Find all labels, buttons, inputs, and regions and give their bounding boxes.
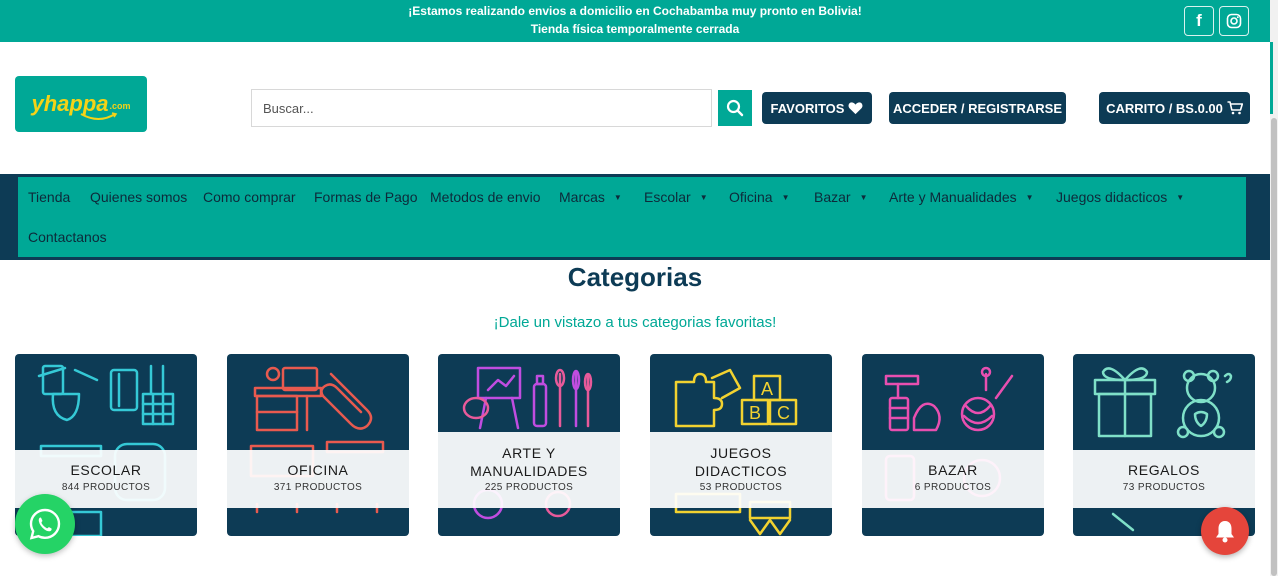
category-count: 844 PRODUCTOS	[61, 482, 151, 493]
login-register-label: ACCEDER / REGISTRARSE	[892, 100, 1063, 116]
category-card-oficina[interactable]: OFICINA 371 PRODUCTOS	[227, 354, 409, 536]
logo-suffix: .com	[109, 101, 131, 111]
section-subtitle: ¡Dale un vistazo a tus categorias favori…	[493, 314, 777, 331]
category-name-line1: JUEGOS	[710, 445, 772, 461]
whatsapp-button[interactable]	[15, 494, 75, 554]
logo-smile-icon	[80, 112, 118, 120]
sewing-supplies-icon	[884, 366, 1014, 502]
search-input[interactable]	[251, 89, 712, 127]
search-icon	[726, 99, 744, 117]
facebook-icon: f	[1196, 11, 1202, 30]
svg-text:B: B	[749, 403, 761, 423]
page-scrollbar[interactable]	[1270, 0, 1278, 576]
facebook-link[interactable]: f	[1184, 6, 1214, 36]
category-card-juegos-didacticos[interactable]: A B C JUEGOS DIDACTICOS 53 PRODUCTOS	[650, 354, 832, 536]
login-register-button[interactable]: ACCEDER / REGISTRARSE	[889, 92, 1066, 124]
category-count: 53 PRODUCTOS	[699, 482, 783, 493]
bell-icon	[1216, 521, 1234, 543]
category-label-band	[227, 450, 409, 508]
chevron-down-icon: ▼	[1025, 192, 1034, 202]
category-count: 371 PRODUCTOS	[273, 482, 363, 493]
nav-item-oficina[interactable]: Oficina ▼	[729, 189, 790, 205]
nav-item-tienda[interactable]: Tienda	[28, 189, 70, 205]
nav-item-como-comprar[interactable]: Como comprar	[203, 189, 296, 205]
scrollbar-accent	[1270, 42, 1273, 114]
category-card-bazar[interactable]: BAZAR 6 PRODUCTOS	[862, 354, 1044, 536]
category-name: REGALOS	[1128, 462, 1200, 478]
svg-text:A: A	[761, 379, 773, 399]
chevron-down-icon: ▼	[781, 192, 790, 202]
category-name: BAZAR	[928, 462, 978, 478]
scrollbar-thumb[interactable]	[1271, 118, 1277, 576]
section-title: Categorias	[567, 262, 703, 292]
category-card-arte-manualidades[interactable]: ARTE Y MANUALIDADES 225 PRODUCTOS	[438, 354, 620, 536]
category-count: 73 PRODUCTOS	[1122, 482, 1206, 493]
svg-text:C: C	[777, 403, 790, 423]
announcement-line-2: Tienda física temporalmente cerrada	[530, 22, 740, 36]
notification-bell-button[interactable]	[1201, 507, 1249, 555]
chevron-down-icon: ▼	[613, 192, 622, 202]
chevron-down-icon: ▼	[859, 192, 868, 202]
nav-item-quienes-somos[interactable]: Quienes somos	[90, 189, 187, 205]
search-button[interactable]	[718, 90, 752, 126]
category-count: 225 PRODUCTOS	[484, 482, 574, 493]
announcement-line-1: ¡Estamos realizando envios a domicilio e…	[408, 4, 862, 18]
nav-item-marcas[interactable]: Marcas ▼	[559, 189, 622, 205]
category-label-band	[862, 450, 1044, 508]
chevron-down-icon: ▼	[699, 192, 708, 202]
cart-icon	[1227, 101, 1243, 115]
category-count: 6 PRODUCTOS	[914, 482, 992, 493]
announcement-bar: ¡Estamos realizando envios a domicilio e…	[0, 0, 1270, 42]
category-name-line2: DIDACTICOS	[694, 463, 788, 479]
main-nav: Tienda Quienes somos Como comprar Formas…	[18, 177, 1246, 257]
category-name-line2: MANUALIDADES	[470, 463, 588, 479]
whatsapp-icon	[29, 508, 61, 540]
heart-icon	[848, 102, 863, 115]
nav-item-arte-manualidades[interactable]: Arte y Manualidades ▼	[889, 189, 1034, 205]
site-logo[interactable]: yhappa .com	[15, 76, 147, 132]
category-name: ESCOLAR	[70, 462, 142, 478]
category-label-band	[1073, 450, 1255, 508]
cart-button[interactable]: CARRITO / BS.0.00	[1099, 92, 1250, 124]
nav-item-escolar[interactable]: Escolar ▼	[644, 189, 708, 205]
nav-item-juegos-didacticos[interactable]: Juegos didacticos ▼	[1056, 189, 1184, 205]
office-desk-icon	[249, 366, 385, 514]
nav-item-bazar[interactable]: Bazar ▼	[814, 189, 868, 205]
chevron-down-icon: ▼	[1176, 192, 1185, 202]
favorites-button[interactable]: FAVORITOS	[762, 92, 872, 124]
nav-item-metodos-de-envio[interactable]: Metodos de envio	[430, 189, 541, 205]
category-name: OFICINA	[287, 462, 349, 478]
instagram-icon	[1226, 13, 1242, 29]
category-name-line1: ARTE Y	[502, 445, 556, 461]
favorites-label: FAVORITOS	[770, 100, 845, 116]
instagram-link[interactable]	[1219, 6, 1249, 36]
nav-item-formas-de-pago[interactable]: Formas de Pago	[314, 189, 418, 205]
nav-item-contactanos[interactable]: Contactanos	[28, 229, 107, 245]
cart-label: CARRITO / BS.0.00	[1106, 100, 1223, 116]
